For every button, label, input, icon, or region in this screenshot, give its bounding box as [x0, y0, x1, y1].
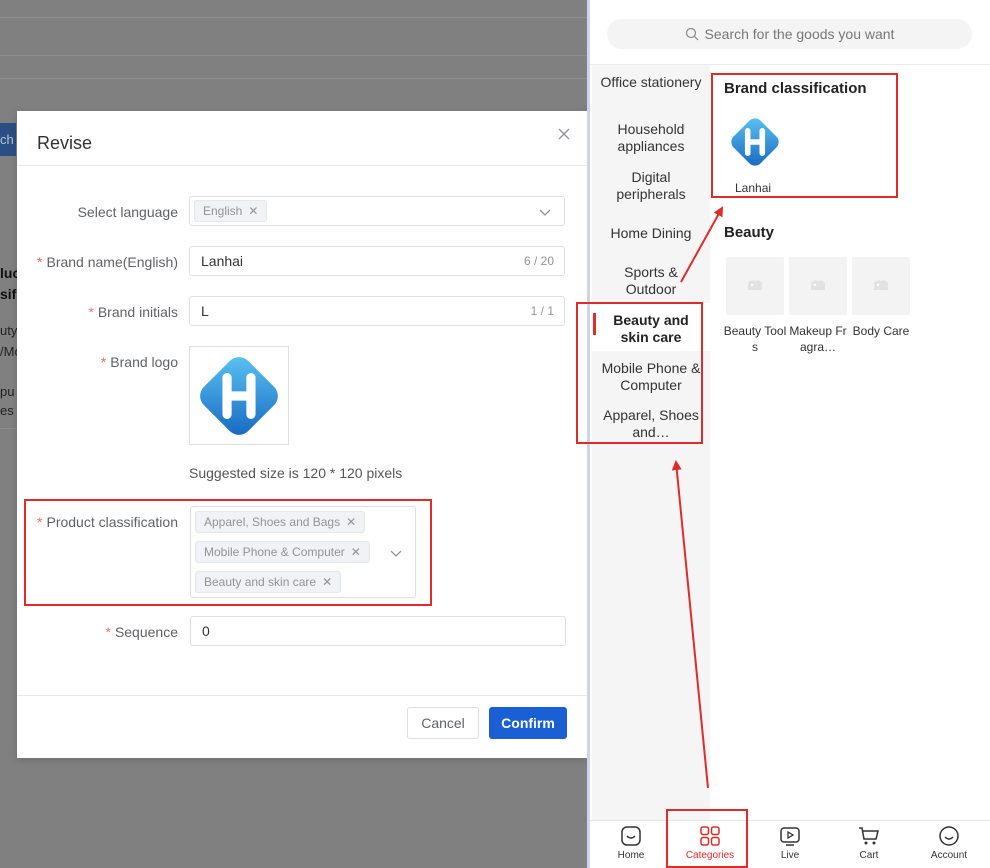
char-count: 6 / 20: [523, 254, 554, 268]
tab-live[interactable]: Live: [760, 824, 820, 861]
placeholder-image-icon: [811, 280, 825, 290]
column-header-fragment: luc: [0, 265, 17, 281]
classification-tag: Beauty and skin care ✕: [195, 571, 342, 593]
divider: [0, 55, 587, 56]
cell-fragment: uty: [0, 323, 17, 338]
brand-logo-upload[interactable]: [189, 346, 289, 445]
subcategory-image[interactable]: [852, 257, 910, 315]
category-item-active[interactable]: Beauty and skin care: [592, 303, 710, 351]
lanhai-logo-icon: [200, 356, 278, 435]
tab-home[interactable]: Home: [601, 824, 661, 861]
active-indicator: [593, 313, 596, 335]
classification-tag: Mobile Phone & Computer ✕: [195, 541, 370, 563]
panel-edge: [587, 0, 590, 868]
subcategory-image[interactable]: [789, 257, 847, 315]
subcategory-label[interactable]: Beauty Tools: [723, 323, 787, 355]
language-label: Select language: [77, 204, 178, 220]
revise-dialog: Revise Select language English ✕ * Brand n…: [17, 111, 587, 758]
remove-tag-icon[interactable]: ✕: [248, 204, 258, 218]
close-icon[interactable]: [555, 125, 573, 143]
cell-fragment: pu: [0, 384, 15, 399]
subcategory-label[interactable]: Makeup Fragra…: [786, 323, 850, 355]
divider: [17, 165, 587, 166]
language-tag: English ✕: [194, 200, 268, 222]
subcategory-image[interactable]: [726, 257, 784, 315]
char-count: 1 / 1: [530, 304, 554, 318]
sequence-label: * Sequence: [105, 624, 178, 640]
placeholder-image-icon: [748, 280, 762, 290]
product-classification-select[interactable]: Apparel, Shoes and Bags ✕ Mobile Phone & …: [190, 506, 416, 598]
remove-tag-icon[interactable]: ✕: [322, 575, 332, 589]
category-item[interactable]: Household appliances: [598, 121, 704, 155]
category-sidebar: Office stationery Household appliances D…: [592, 65, 710, 820]
mobile-preview: Search for the goods you want Office sta…: [587, 0, 990, 868]
placeholder-image-icon: [874, 280, 888, 290]
tab-cart[interactable]: Cart: [839, 824, 899, 861]
language-select[interactable]: English ✕: [189, 196, 565, 226]
cell-fragment: es a: [0, 403, 17, 418]
category-item[interactable]: Sports & Outdoor: [598, 264, 704, 298]
categories-icon: [700, 826, 720, 846]
logo-size-hint: Suggested size is 120 * 120 pixels: [189, 465, 403, 481]
remove-tag-icon[interactable]: ✕: [351, 545, 361, 559]
tab-categories[interactable]: Categories: [680, 824, 740, 861]
brand-logo[interactable]: [727, 114, 783, 170]
beauty-section-title: Beauty: [724, 224, 775, 241]
brand-name-label: * Brand name(English): [37, 254, 178, 270]
confirm-button[interactable]: Confirm: [489, 707, 567, 739]
cart-icon: [859, 827, 879, 845]
live-icon: [780, 827, 800, 846]
classification-tag: Apparel, Shoes and Bags ✕: [195, 511, 366, 533]
brand-name-input[interactable]: Lanhai 6 / 20: [189, 246, 565, 276]
lanhai-logo-icon: [731, 118, 779, 166]
category-item[interactable]: Mobile Phone & Computer: [598, 360, 704, 394]
search-icon: [685, 27, 698, 41]
account-icon: [939, 826, 959, 846]
product-classification-label: * Product classification: [37, 514, 178, 530]
tab-account[interactable]: Account: [919, 824, 979, 861]
category-item[interactable]: Office stationery: [598, 74, 704, 91]
dialog-title: Revise: [37, 133, 93, 153]
brand-logo-label: * Brand logo: [100, 354, 178, 370]
cell-fragment: /Mo: [0, 344, 17, 359]
category-item[interactable]: Digital peripherals: [598, 169, 704, 203]
chevron-down-icon: [390, 550, 402, 557]
divider: [0, 17, 587, 18]
divider: [17, 695, 587, 696]
brand-initials-input[interactable]: L 1 / 1: [189, 296, 565, 326]
brand-name: Lanhai: [735, 181, 772, 195]
divider: [0, 78, 587, 79]
brand-initials-label: * Brand initials: [88, 304, 178, 320]
chevron-down-icon: [539, 209, 551, 216]
column-header-fragment: sifi: [0, 286, 17, 302]
sequence-input[interactable]: 0: [190, 616, 566, 646]
category-item[interactable]: Home Dining: [598, 225, 704, 242]
home-icon: [621, 826, 641, 846]
remove-tag-icon[interactable]: ✕: [346, 515, 356, 529]
divider: [590, 820, 990, 821]
search-input[interactable]: Search for the goods you want: [607, 19, 972, 49]
search-button[interactable]: ch: [0, 123, 16, 156]
category-item[interactable]: Apparel, Shoes and…: [598, 407, 704, 441]
subcategory-label[interactable]: Body Care: [849, 323, 913, 339]
brand-section-title: Brand classification: [724, 80, 867, 97]
cancel-button[interactable]: Cancel: [407, 707, 479, 739]
